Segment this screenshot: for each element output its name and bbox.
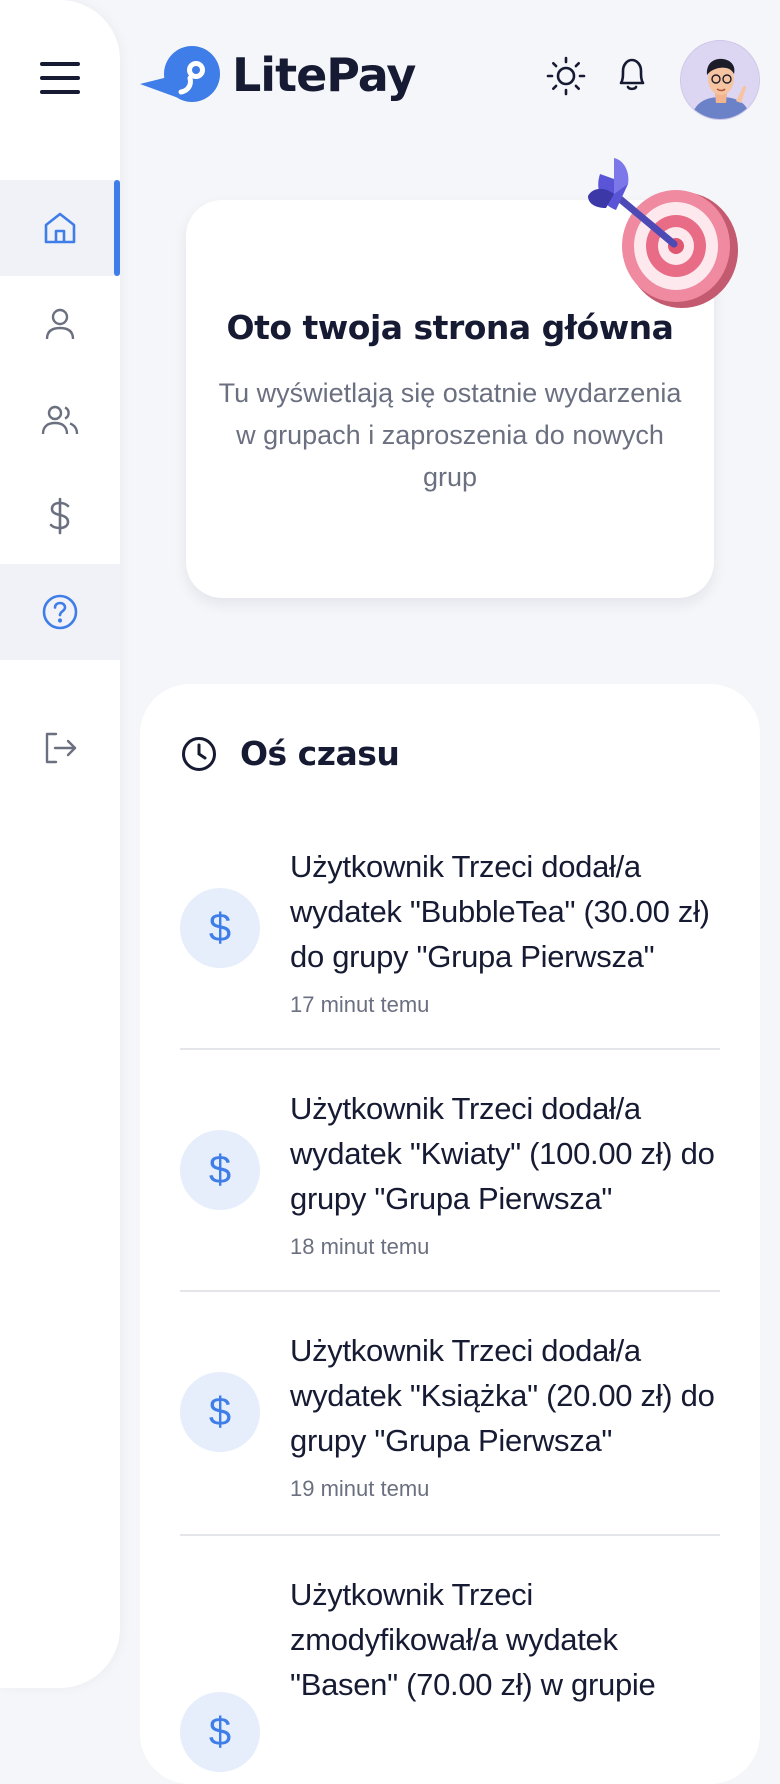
timeline-title: Oś czasu bbox=[240, 734, 400, 773]
clock-icon bbox=[182, 736, 216, 771]
logout-icon bbox=[45, 732, 77, 764]
menu-bar bbox=[40, 90, 80, 94]
home-icon bbox=[44, 212, 76, 244]
users-icon bbox=[41, 405, 79, 435]
timeline-card: Oś czasu $ Użytkownik Trzeci dodał/a wyd… bbox=[140, 684, 760, 1784]
logo-mark-icon bbox=[140, 46, 220, 102]
timeline-item-text: Użytkownik Trzeci dodał/a wydatek "Kwiat… bbox=[290, 1091, 715, 1216]
user-icon bbox=[45, 308, 75, 340]
avatar-illustration bbox=[691, 58, 751, 119]
app-name: LitePay bbox=[232, 48, 416, 102]
divider bbox=[180, 1048, 720, 1050]
timeline-header: Oś czasu bbox=[180, 734, 400, 773]
dart-target-illustration bbox=[588, 158, 738, 308]
dollar-icon: $ bbox=[180, 1372, 260, 1452]
timeline-item[interactable]: $ Użytkownik Trzeci dodał/a wydatek "Kwi… bbox=[180, 1086, 720, 1286]
sidebar bbox=[0, 0, 120, 1688]
welcome-title: Oto twoja strona główna bbox=[226, 308, 674, 347]
dollar-icon: $ bbox=[180, 888, 260, 968]
divider bbox=[180, 1534, 720, 1536]
timeline-item[interactable]: $ Użytkownik Trzeci zmodyfikował/a wydat… bbox=[180, 1572, 720, 1772]
bell-icon[interactable] bbox=[612, 54, 652, 94]
menu-bar bbox=[40, 76, 80, 80]
help-icon bbox=[42, 594, 78, 630]
sidebar-item-logout[interactable] bbox=[0, 700, 120, 796]
dollar-icon: $ bbox=[180, 1130, 260, 1210]
divider bbox=[180, 1290, 720, 1292]
timeline-item-time: 18 minut temu bbox=[290, 1234, 430, 1259]
menu-bar bbox=[40, 62, 80, 66]
timeline-item[interactable]: $ Użytkownik Trzeci dodał/a wydatek "Ksi… bbox=[180, 1328, 720, 1528]
menu-toggle-button[interactable] bbox=[40, 62, 80, 94]
timeline-item[interactable]: $ Użytkownik Trzeci dodał/a wydatek "Bub… bbox=[180, 844, 720, 1044]
sidebar-item-groups[interactable] bbox=[0, 372, 120, 468]
timeline-item-text: Użytkownik Trzeci dodał/a wydatek "Książ… bbox=[290, 1333, 715, 1458]
sidebar-item-payments[interactable] bbox=[0, 468, 120, 564]
welcome-description: Tu wyświetlają się ostatnie wydarzenia w… bbox=[218, 378, 682, 492]
sun-icon[interactable] bbox=[546, 56, 586, 96]
app-logo[interactable]: LitePay bbox=[140, 44, 416, 106]
dollar-icon: $ bbox=[180, 1692, 260, 1772]
sidebar-item-profile[interactable] bbox=[0, 276, 120, 372]
sidebar-item-home[interactable] bbox=[0, 180, 120, 276]
timeline-item-time: 19 minut temu bbox=[290, 1476, 430, 1501]
dollar-icon bbox=[49, 497, 70, 535]
sidebar-item-help[interactable] bbox=[0, 564, 120, 660]
timeline-item-text: Użytkownik Trzeci zmodyfikował/a wydatek… bbox=[290, 1577, 656, 1702]
timeline-item-text: Użytkownik Trzeci dodał/a wydatek "Bubbl… bbox=[290, 849, 710, 974]
avatar[interactable] bbox=[680, 40, 760, 120]
timeline-item-time: 17 minut temu bbox=[290, 992, 430, 1017]
